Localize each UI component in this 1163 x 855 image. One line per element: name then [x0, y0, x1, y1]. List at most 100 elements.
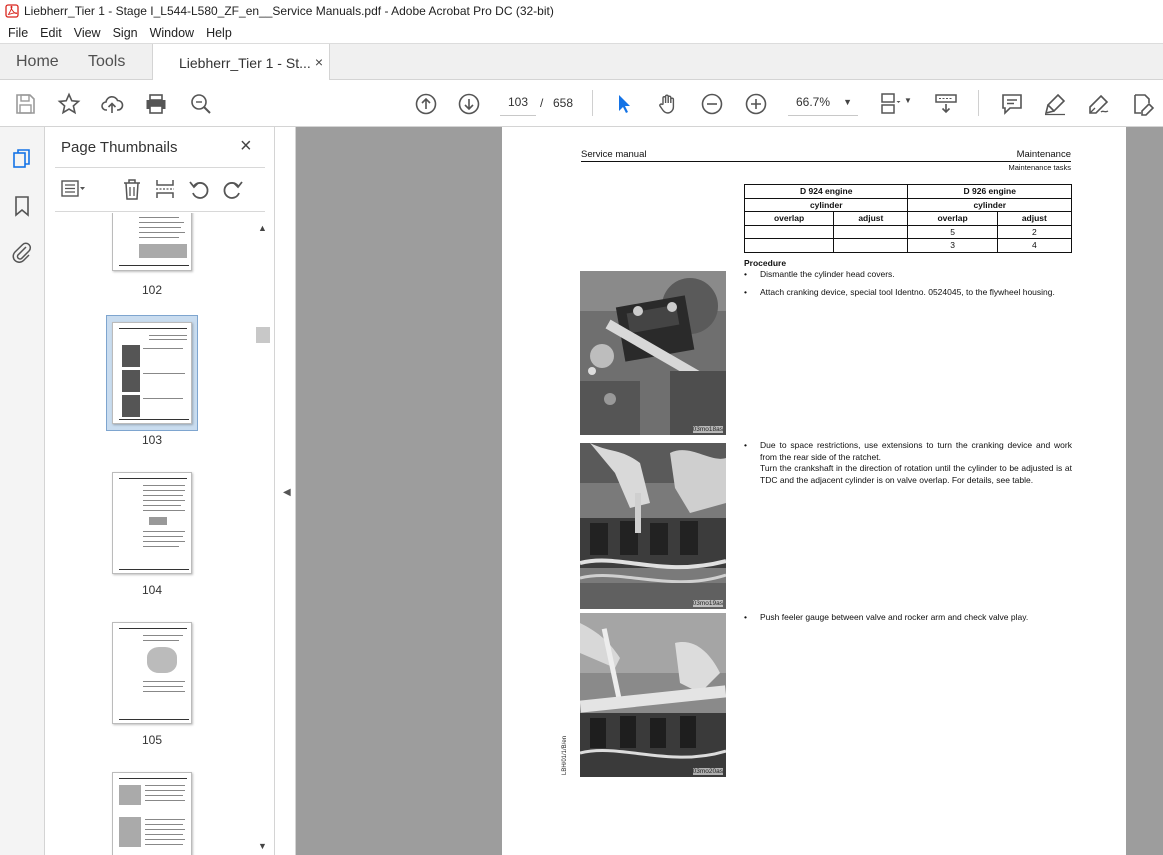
- delete-page-icon[interactable]: [121, 178, 143, 200]
- zoom-out-icon[interactable]: [700, 92, 724, 116]
- bullet: •: [744, 287, 747, 297]
- edit-pdf-icon[interactable]: [1131, 92, 1155, 116]
- hand-tool-icon[interactable]: [656, 92, 680, 116]
- table-col-label: adjust: [996, 211, 1073, 226]
- page-fit-icon[interactable]: [878, 92, 902, 116]
- zoom-in-icon[interactable]: [744, 92, 768, 116]
- step-text: Turn the crankshaft in the direction of …: [760, 463, 1072, 485]
- thumbnails-panel: Page Thumbnails × 102 103 104 105 ▲ ▼: [45, 127, 275, 855]
- rotate-counterclockwise-icon[interactable]: [188, 178, 210, 200]
- thumbnail-page[interactable]: [112, 772, 192, 855]
- valve-adjust-table: D 924 engine D 926 engine cylinder cylin…: [743, 184, 1073, 253]
- print-icon[interactable]: [144, 92, 168, 116]
- thumbnail-label: 103: [141, 433, 163, 447]
- header-rule: [581, 161, 1071, 162]
- bullet: •: [744, 612, 747, 622]
- bookmark-icon[interactable]: [11, 195, 33, 217]
- title-bar: Liebherr_Tier 1 - Stage I_L544-L580_ZF_e…: [0, 0, 1163, 22]
- thumbnail-page[interactable]: [112, 213, 192, 271]
- draw-sign-icon[interactable]: [1087, 92, 1111, 116]
- bullet: •: [744, 440, 747, 450]
- tab-tools[interactable]: Tools: [88, 44, 125, 80]
- engine-photo-image: [580, 271, 726, 435]
- window-title: Liebherr_Tier 1 - Stage I_L544-L580_ZF_e…: [24, 4, 554, 18]
- thumbnail-list: 102 103 104 105: [45, 213, 255, 855]
- cloud-upload-icon[interactable]: [100, 92, 124, 116]
- save-icon[interactable]: [13, 92, 37, 116]
- collapse-panel-icon[interactable]: ◀: [283, 487, 291, 498]
- table-row: 3 4: [743, 238, 1073, 253]
- scroll-down-icon[interactable]: ▼: [258, 841, 267, 851]
- thumbnail-page[interactable]: [112, 472, 192, 574]
- menu-window[interactable]: Window: [144, 26, 200, 40]
- document-viewport[interactable]: Service manual Maintenance Maintenance t…: [296, 127, 1163, 855]
- zoom-level-select[interactable]: 66.7% ▼: [788, 89, 858, 116]
- comment-icon[interactable]: [1000, 92, 1024, 116]
- insert-page-icon[interactable]: [154, 178, 176, 200]
- attachments-icon[interactable]: [11, 241, 33, 263]
- panel-collapse-strip[interactable]: ◀: [276, 127, 296, 855]
- step-text: Attach cranking device, special tool Ide…: [760, 287, 1055, 297]
- thumbnail-page-current[interactable]: [112, 322, 192, 424]
- scroll-mode-icon[interactable]: [934, 92, 958, 116]
- table-row: 5 2: [743, 224, 1073, 239]
- menu-file[interactable]: File: [2, 26, 34, 40]
- tab-bar: Home Tools Liebherr_Tier 1 - St... ×: [0, 43, 1163, 81]
- page-thumbnails-icon[interactable]: [11, 148, 33, 170]
- photo-caption: 03mo20as: [692, 768, 723, 775]
- step-text: Dismantle the cylinder head covers.: [760, 269, 895, 279]
- photo-caption: 03mo19as: [692, 600, 723, 607]
- scroll-up-icon[interactable]: ▲: [258, 223, 267, 233]
- page-separator: /: [540, 96, 544, 110]
- step-text: Due to space restrictions, use extension…: [760, 440, 1072, 462]
- photo-ratchet-extension: 03mo19as: [580, 443, 726, 609]
- rotate-clockwise-icon[interactable]: [222, 178, 244, 200]
- total-pages: 658: [553, 96, 574, 110]
- thumbnail-label: 102: [141, 283, 163, 297]
- close-tab-icon[interactable]: ×: [315, 54, 323, 70]
- find-zoom-icon[interactable]: [189, 92, 213, 116]
- options-menu-icon[interactable]: [61, 179, 85, 199]
- engine-photo-image: [580, 613, 726, 777]
- toolbar-divider: [978, 90, 979, 116]
- menu-help[interactable]: Help: [200, 26, 238, 40]
- page-fit-dropdown-icon[interactable]: ▼: [904, 96, 912, 105]
- table-header-d926: D 926 engine: [907, 184, 1072, 199]
- photo-cranking-device: 03mo18as: [580, 271, 726, 435]
- close-panel-icon[interactable]: ×: [240, 135, 252, 158]
- thumbnail-scrollbar[interactable]: ▲ ▼: [255, 213, 271, 855]
- thumbnail-page[interactable]: [112, 622, 192, 724]
- page-number-input[interactable]: 103: [500, 89, 536, 116]
- bullet: •: [744, 269, 747, 279]
- next-page-icon[interactable]: [457, 92, 481, 116]
- tab-document[interactable]: Liebherr_Tier 1 - St... ×: [152, 44, 330, 81]
- table-col-label: adjust: [833, 211, 909, 226]
- star-icon[interactable]: [57, 92, 81, 116]
- divider: [55, 167, 265, 168]
- panel-title: Page Thumbnails: [61, 139, 178, 156]
- photo-feeler-gauge: 03mo20as: [580, 613, 726, 777]
- pdf-page: Service manual Maintenance Maintenance t…: [502, 127, 1126, 855]
- table-col-label: overlap: [907, 211, 998, 226]
- table-subheader: cylinder: [907, 197, 1072, 212]
- step-text: Push feeler gauge between valve and rock…: [760, 612, 1029, 622]
- scrollbar-thumb[interactable]: [256, 327, 270, 343]
- photo-caption: 03mo18as: [692, 426, 723, 433]
- tab-home[interactable]: Home: [16, 44, 59, 80]
- table-header-d924: D 924 engine: [743, 184, 909, 199]
- navigation-rail: [0, 127, 45, 855]
- thumbnail-label: 105: [141, 733, 163, 747]
- previous-page-icon[interactable]: [414, 92, 438, 116]
- menu-sign[interactable]: Sign: [107, 26, 144, 40]
- select-tool-icon[interactable]: [612, 92, 636, 116]
- page-header-left: Service manual: [581, 149, 647, 160]
- divider: [55, 211, 265, 212]
- menu-edit[interactable]: Edit: [34, 26, 68, 40]
- menu-view[interactable]: View: [68, 26, 107, 40]
- acrobat-logo-icon: [5, 4, 19, 18]
- table-col-label: overlap: [743, 211, 835, 226]
- highlight-icon[interactable]: [1043, 92, 1067, 116]
- document-side-code: LBH/01/1/B/en: [562, 735, 568, 775]
- thumbnail-toolbar: [55, 170, 265, 208]
- procedure-heading: Procedure: [744, 258, 787, 268]
